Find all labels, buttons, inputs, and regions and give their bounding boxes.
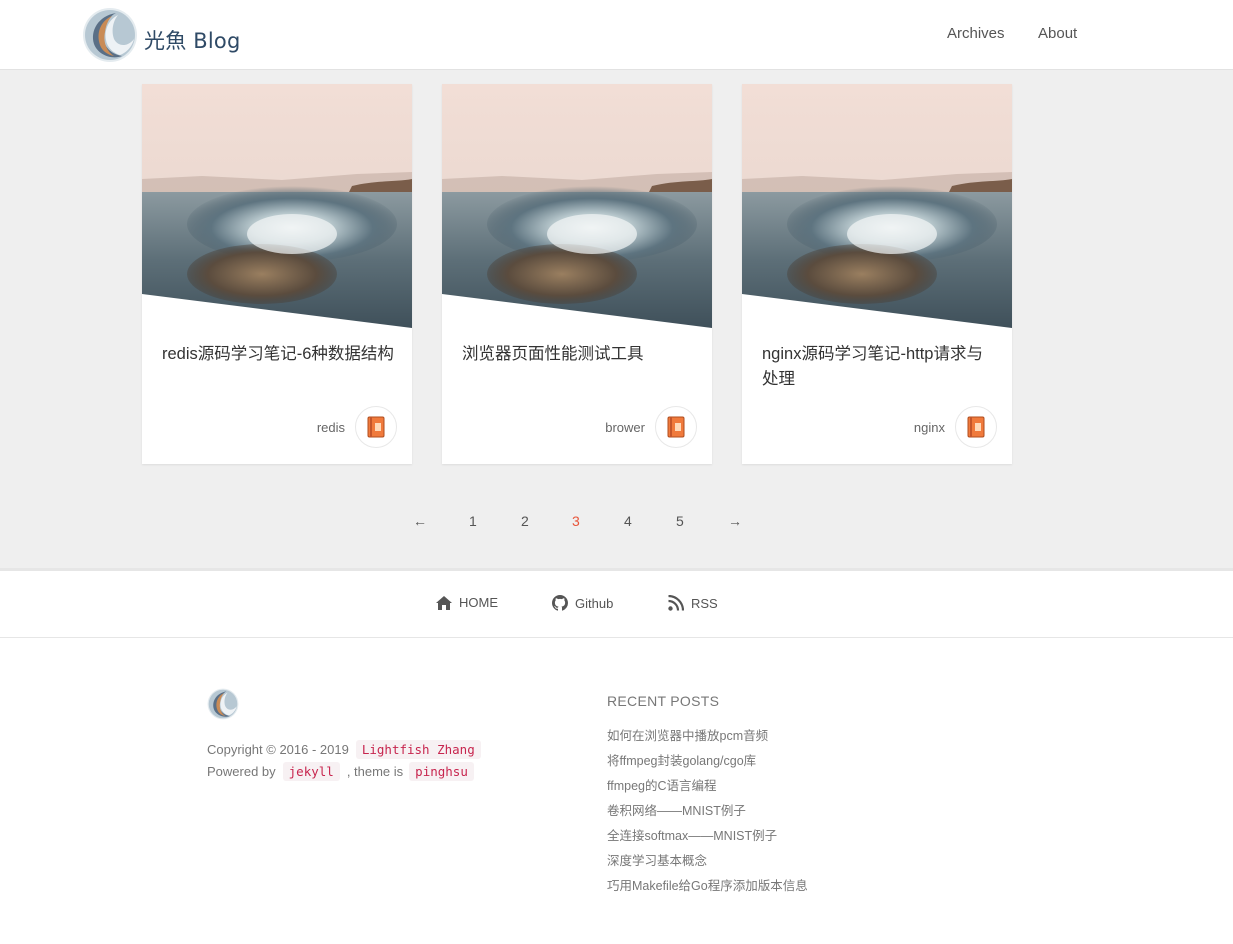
author-link[interactable]: Lightfish Zhang — [355, 740, 481, 759]
powered-by-text: Powered by — [207, 764, 276, 779]
footer-home-link[interactable]: HOME — [436, 595, 498, 610]
post-card[interactable]: nginx源码学习笔记-http请求与处理 nginx — [742, 84, 1012, 464]
post-tag[interactable]: nginx — [914, 420, 945, 435]
notebook-icon — [667, 416, 685, 438]
footer-github-link[interactable]: Github — [552, 595, 613, 611]
rss-icon — [668, 595, 684, 611]
list-item: 巧用Makefile给Go程序添加版本信息 — [607, 876, 808, 901]
recent-post-link[interactable]: 卷积网络——MNIST例子 — [607, 804, 746, 818]
footer-nav: HOME Github RSS — [0, 568, 1233, 638]
theme-link[interactable]: pinghsu — [409, 762, 474, 781]
post-card[interactable]: redis源码学习笔记-6种数据结构 redis — [142, 84, 412, 464]
page-link-5[interactable]: 5 — [676, 513, 684, 529]
recent-post-link[interactable]: 如何在浏览器中播放pcm音频 — [607, 729, 768, 743]
recent-post-link[interactable]: 全连接softmax——MNIST例子 — [607, 829, 777, 843]
footer-home-label: HOME — [459, 595, 498, 610]
site-header: 光魚 Blog Archives About — [0, 0, 1233, 70]
github-icon — [552, 595, 568, 611]
post-cover-image[interactable] — [142, 84, 412, 328]
powered-by-line: Powered by jekyll , theme is pinghsu — [207, 762, 474, 781]
page-link-1[interactable]: 1 — [469, 513, 477, 529]
moon-logo-icon — [83, 8, 137, 62]
prev-page-link[interactable]: ← — [413, 513, 427, 529]
list-item: 深度学习基本概念 — [607, 851, 808, 876]
theme-text: , theme is — [346, 764, 404, 779]
home-icon — [436, 595, 452, 610]
page-link-4[interactable]: 4 — [624, 513, 632, 529]
list-item: ffmpeg的C语言编程 — [607, 776, 808, 801]
post-card[interactable]: 浏览器页面性能测试工具 brower — [442, 84, 712, 464]
list-item: 如何在浏览器中播放pcm音频 — [607, 726, 808, 751]
footer-github-label: Github — [575, 595, 614, 611]
recent-post-link[interactable]: 将ffmpeg封装golang/cgo库 — [607, 754, 756, 768]
next-page-link[interactable]: → — [728, 513, 742, 529]
brand-link[interactable]: 光魚 Blog — [82, 7, 241, 63]
post-title[interactable]: 浏览器页面性能测试工具 — [462, 342, 694, 367]
footer-moon-logo-icon — [207, 688, 239, 720]
post-cover-image[interactable] — [442, 84, 712, 328]
recent-posts-heading: RECENT POSTS — [607, 693, 720, 709]
list-item: 卷积网络——MNIST例子 — [607, 801, 808, 826]
list-item: 全连接softmax——MNIST例子 — [607, 826, 808, 851]
notebook-icon — [367, 416, 385, 438]
post-tag[interactable]: redis — [317, 420, 345, 435]
recent-post-link[interactable]: ffmpeg的C语言编程 — [607, 779, 717, 793]
post-title[interactable]: redis源码学习笔记-6种数据结构 — [162, 342, 394, 367]
post-title[interactable]: nginx源码学习笔记-http请求与处理 — [762, 342, 994, 392]
recent-post-link[interactable]: 深度学习基本概念 — [607, 854, 707, 868]
recent-post-link[interactable]: 巧用Makefile给Go程序添加版本信息 — [607, 879, 808, 893]
post-tag[interactable]: brower — [605, 420, 645, 435]
nav-about[interactable]: About — [1038, 25, 1077, 42]
site-footer: Copyright © 2016 - 2019 Lightfish Zhang P… — [0, 638, 1233, 944]
footer-rss-label: RSS — [691, 595, 718, 611]
post-badge — [655, 406, 697, 448]
footer-rss-link[interactable]: RSS — [668, 595, 718, 611]
jekyll-link[interactable]: jekyll — [282, 762, 340, 781]
copyright-text: Copyright © 2016 - 2019 — [207, 742, 349, 757]
page-link-2[interactable]: 2 — [521, 513, 529, 529]
recent-posts-list: 如何在浏览器中播放pcm音频 将ffmpeg封装golang/cgo库 ffmp… — [607, 726, 808, 901]
post-badge — [955, 406, 997, 448]
nav-archives[interactable]: Archives — [947, 25, 1005, 42]
post-cover-image[interactable] — [742, 84, 1012, 328]
post-badge — [355, 406, 397, 448]
notebook-icon — [967, 416, 985, 438]
site-title: 光魚 Blog — [144, 29, 241, 53]
copyright-line: Copyright © 2016 - 2019 Lightfish Zhang — [207, 740, 481, 759]
page-current-3: 3 — [572, 513, 580, 529]
list-item: 将ffmpeg封装golang/cgo库 — [607, 751, 808, 776]
